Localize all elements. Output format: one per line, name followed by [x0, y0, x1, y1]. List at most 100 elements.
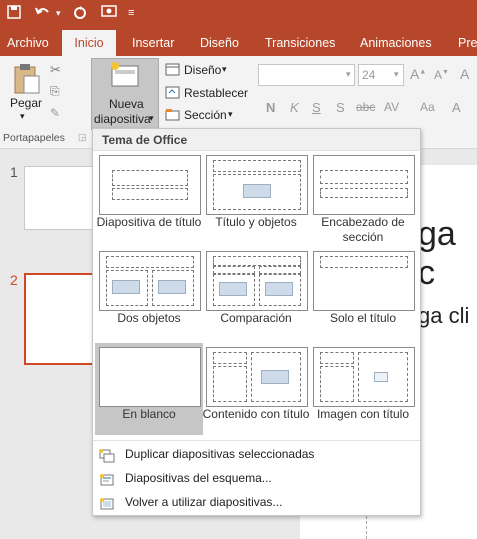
menu-item-label: Diapositivas del esquema... — [125, 471, 272, 485]
menu-header: Tema de Office — [93, 129, 420, 151]
slide-number: 1 — [10, 164, 18, 180]
layout-two-content[interactable] — [99, 251, 201, 311]
placeholder-border — [213, 266, 255, 274]
new-slide-label-1: Nueva — [109, 97, 144, 111]
font-size-input[interactable]: 24 ▾ — [358, 64, 404, 86]
layout-title-only[interactable] — [313, 251, 415, 311]
content-placeholder-icon — [158, 280, 186, 294]
tab-diseno[interactable]: Diseño — [200, 30, 239, 56]
content-placeholder-icon — [112, 280, 140, 294]
picture-placeholder-icon — [374, 372, 388, 382]
layout-label: Dos objetos — [117, 311, 181, 325]
placeholder-border — [213, 160, 301, 172]
format-painter-icon[interactable]: ✎ — [50, 106, 60, 120]
section-dropdown-icon[interactable]: ▾ — [228, 109, 233, 120]
ribbon-tabs: Archivo Inicio Insertar Diseño Transicio… — [0, 30, 477, 56]
grow-font-icon[interactable]: A▲ — [410, 66, 426, 82]
layout-label: Diapositiva de título — [96, 215, 202, 229]
title-placeholder-text[interactable]: ga c — [418, 215, 477, 293]
redo-icon[interactable] — [72, 4, 88, 24]
bold-icon[interactable]: N — [266, 100, 275, 115]
layout-comparison[interactable] — [206, 251, 308, 311]
font-color-icon[interactable]: A — [452, 100, 461, 115]
tab-presentacion[interactable]: Pres — [458, 30, 477, 56]
font-size-value: 24 — [362, 68, 376, 82]
tab-insertar[interactable]: Insertar — [132, 30, 174, 56]
layout-label: Imagen con título — [316, 407, 410, 421]
paste-label[interactable]: Pegar — [10, 96, 42, 110]
placeholder-border — [320, 352, 354, 364]
placeholder-border — [112, 170, 188, 186]
new-slide-icon — [109, 62, 141, 91]
placeholder-border — [213, 366, 247, 402]
tab-inicio[interactable]: Inicio — [62, 30, 116, 56]
placeholder-border — [106, 256, 194, 268]
reset-button[interactable]: Restablecer — [184, 86, 248, 100]
paste-icon[interactable] — [12, 62, 42, 99]
italic-icon[interactable]: K — [290, 100, 299, 115]
tab-transiciones[interactable]: Transiciones — [265, 30, 335, 56]
new-slide-dropdown-icon: ▾ — [149, 113, 154, 123]
layout-blank[interactable] — [99, 347, 201, 407]
cut-icon[interactable]: ✂ — [50, 62, 61, 78]
layout-title-content[interactable] — [206, 155, 308, 215]
placeholder-border — [320, 366, 354, 402]
outline-slides-item[interactable]: Diapositivas del esquema... — [93, 466, 420, 490]
reuse-slides-item[interactable]: Volver a utilizar diapositivas... — [93, 490, 420, 514]
save-icon[interactable] — [6, 4, 22, 24]
duplicate-slides-item[interactable]: Duplicar diapositivas seleccionadas — [93, 442, 420, 466]
placeholder-border — [320, 256, 408, 268]
placeholder-border — [259, 266, 301, 274]
layout-picture-caption[interactable] — [313, 347, 415, 407]
customize-icon[interactable]: ≡ — [128, 7, 134, 19]
layout-title-slide[interactable] — [99, 155, 201, 215]
menu-item-label: Volver a utilizar diapositivas... — [125, 495, 283, 509]
new-slide-button[interactable]: Nueva diapositiva ▾ — [91, 58, 159, 130]
duplicate-icon — [99, 447, 115, 463]
underline-icon[interactable]: S — [312, 100, 321, 115]
placeholder-border — [320, 170, 408, 184]
tab-animaciones[interactable]: Animaciones — [360, 30, 432, 56]
clear-format-icon[interactable]: A — [460, 66, 469, 82]
char-spacing-icon[interactable]: AV — [384, 100, 399, 114]
section-icon — [165, 108, 180, 124]
layout-content-caption[interactable] — [206, 347, 308, 407]
shrink-font-icon[interactable]: A▼ — [434, 68, 449, 82]
content-placeholder-text[interactable]: ga cli — [418, 303, 469, 329]
clipboard-launcher-icon[interactable]: ◲ — [78, 132, 87, 143]
paste-dropdown-icon[interactable]: ▾ — [20, 111, 25, 122]
font-name-input[interactable] — [258, 64, 355, 86]
copy-icon[interactable]: ⎘ — [50, 84, 60, 99]
undo-icon[interactable] — [34, 4, 52, 24]
menu-item-label: Duplicar diapositivas seleccionadas — [125, 447, 315, 461]
change-case-icon[interactable]: Aa — [420, 100, 435, 114]
reuse-icon — [99, 495, 115, 510]
title-bar: ▾ ≡ — [0, 0, 477, 30]
shadow-icon[interactable]: S — [336, 100, 345, 115]
layout-label: Comparación — [220, 311, 292, 325]
content-placeholder-icon — [243, 184, 271, 198]
slideshow-icon[interactable] — [100, 4, 120, 24]
section-button[interactable]: Sección — [184, 108, 227, 122]
font-size-dropdown-icon: ▾ — [394, 69, 399, 79]
strikethrough-icon[interactable]: abc — [356, 100, 375, 114]
font-name-dropdown-icon[interactable]: ▾ — [346, 69, 351, 80]
placeholder-border — [213, 352, 247, 364]
placeholder-border — [112, 188, 188, 200]
content-placeholder-icon — [219, 282, 247, 296]
layout-section-header[interactable] — [313, 155, 415, 215]
clipboard-group-label: Portapapeles — [3, 132, 65, 144]
layout-label: Encabezado de sección — [321, 215, 405, 244]
layout-label: Título y objetos — [215, 215, 297, 229]
new-slide-menu: Tema de Office Diapositiva de título Tít… — [92, 128, 421, 516]
new-slide-label-2: diapositiva — [94, 112, 151, 126]
layout-dropdown-icon[interactable]: ▾ — [222, 64, 227, 75]
layout-icon — [165, 63, 180, 79]
tab-archivo[interactable]: Archivo — [7, 30, 49, 56]
layout-label: En blanco — [122, 407, 176, 421]
undo-dropdown-icon[interactable]: ▾ — [56, 8, 61, 19]
outline-icon — [99, 471, 115, 486]
layout-label: Contenido con título — [202, 407, 310, 421]
layout-button[interactable]: Diseño — [184, 63, 221, 77]
placeholder-border — [320, 188, 408, 198]
